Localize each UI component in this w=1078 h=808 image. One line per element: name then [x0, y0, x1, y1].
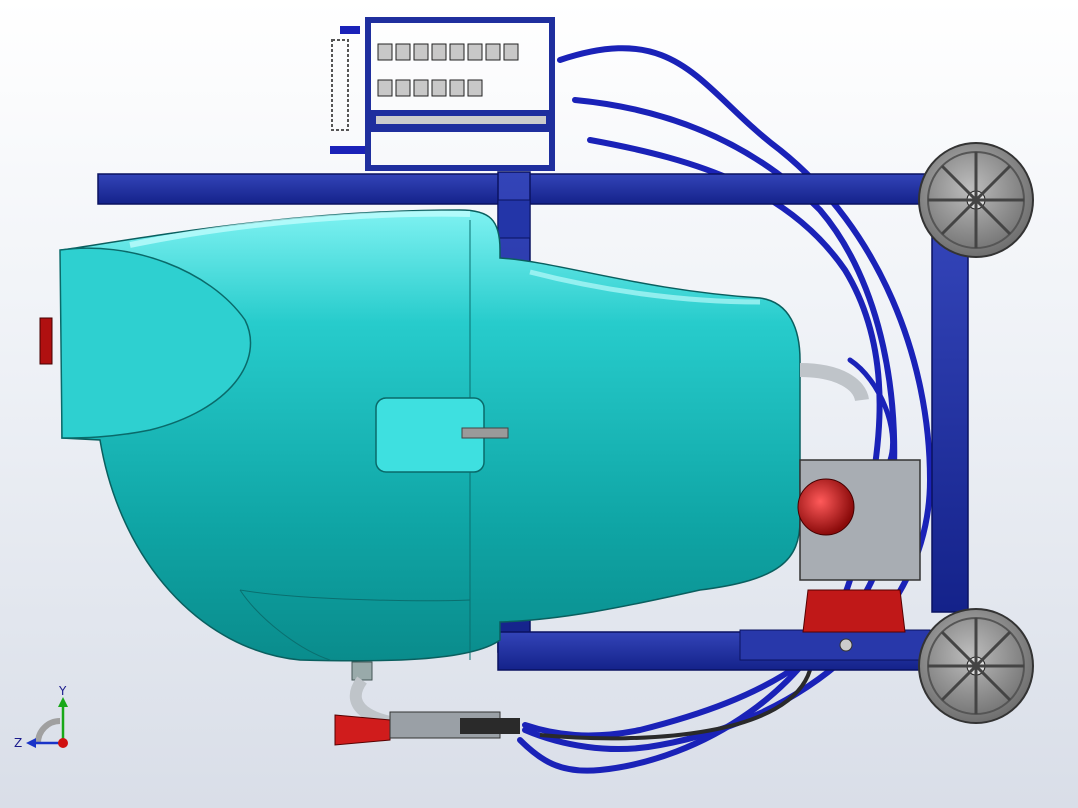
coordinate-triad: Y Z [14, 685, 68, 750]
pump-bolt [839, 638, 853, 652]
tank[interactable] [39, 209, 801, 681]
frame-bottom-plate [739, 629, 931, 661]
manifold-rod [376, 116, 546, 124]
spray-gun-tip [334, 714, 391, 746]
pump-assembly[interactable] [797, 363, 921, 652]
manifold-spring [331, 39, 349, 131]
y-axis-label: Y [58, 685, 67, 698]
nozzle-cap [39, 317, 53, 365]
manifold-valves [377, 43, 519, 97]
cad-model-view[interactable] [0, 0, 1078, 808]
pump-base [802, 589, 906, 633]
frame-post-cap [497, 199, 531, 239]
window-bolt [461, 427, 509, 439]
wheel-top[interactable] [918, 142, 1034, 258]
spray-gun-coupler [460, 718, 520, 734]
control-manifold[interactable] [330, 17, 555, 171]
pump-inlet [799, 363, 869, 402]
triad-arc [35, 718, 61, 744]
z-axis-arrowhead [26, 738, 36, 748]
frame-right-upright[interactable] [931, 231, 969, 613]
pump-head [797, 478, 855, 536]
graphics-viewport[interactable]: Y Z [0, 0, 1078, 808]
wheel-bottom[interactable] [918, 608, 1034, 724]
triad-origin [58, 738, 68, 748]
drain-stub [351, 661, 373, 681]
z-axis-label: Z [14, 736, 22, 750]
y-axis-arrowhead [58, 697, 68, 707]
